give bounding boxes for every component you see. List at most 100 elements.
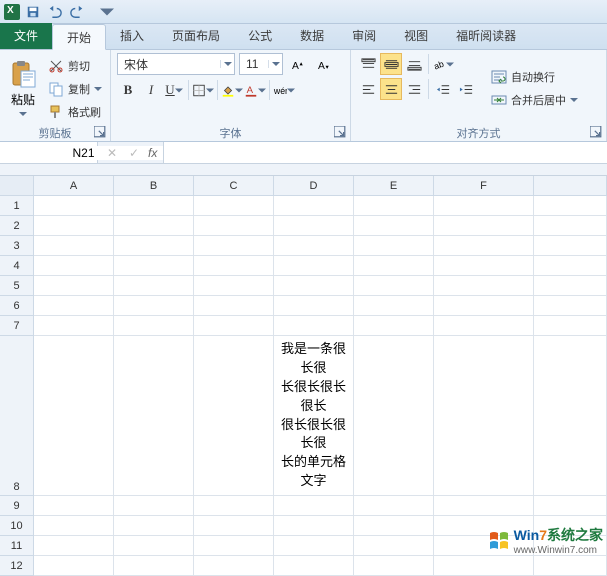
font-name-combo[interactable]: 宋体 xyxy=(117,53,235,75)
dialog-launcher-font[interactable] xyxy=(334,126,346,138)
cell[interactable] xyxy=(34,196,114,216)
cell[interactable] xyxy=(114,316,194,336)
col-header-F[interactable]: F xyxy=(434,176,534,196)
cell[interactable] xyxy=(434,316,534,336)
cell[interactable] xyxy=(434,276,534,296)
cell[interactable] xyxy=(34,256,114,276)
orientation-button[interactable]: ab xyxy=(432,53,454,75)
align-right-button[interactable] xyxy=(403,78,425,100)
cell[interactable] xyxy=(434,236,534,256)
tab-page-layout[interactable]: 页面布局 xyxy=(158,23,234,49)
cell[interactable] xyxy=(194,236,274,256)
cell[interactable] xyxy=(34,496,114,516)
dialog-launcher-alignment[interactable] xyxy=(590,126,602,138)
name-box[interactable] xyxy=(0,142,98,163)
row-header[interactable]: 1 xyxy=(0,196,34,216)
cell[interactable] xyxy=(534,276,607,296)
cell[interactable] xyxy=(34,516,114,536)
cell[interactable] xyxy=(114,556,194,576)
cell[interactable] xyxy=(194,496,274,516)
fill-color-button[interactable] xyxy=(221,79,243,101)
tab-insert[interactable]: 插入 xyxy=(106,23,158,49)
cell[interactable] xyxy=(194,536,274,556)
tab-review[interactable]: 审阅 xyxy=(338,23,390,49)
cell[interactable] xyxy=(34,336,114,496)
cell[interactable] xyxy=(354,316,434,336)
cell[interactable] xyxy=(534,216,607,236)
increase-font-button[interactable]: A▴ xyxy=(287,53,309,75)
cell[interactable] xyxy=(34,296,114,316)
cell[interactable] xyxy=(274,316,354,336)
align-bottom-button[interactable] xyxy=(403,53,425,75)
cell[interactable] xyxy=(194,216,274,236)
cell[interactable] xyxy=(534,256,607,276)
cell[interactable] xyxy=(274,216,354,236)
cell[interactable] xyxy=(114,196,194,216)
cell[interactable] xyxy=(534,196,607,216)
formula-input[interactable] xyxy=(164,142,607,163)
phonetic-button[interactable]: wén xyxy=(273,79,295,101)
cell[interactable] xyxy=(114,536,194,556)
cell[interactable] xyxy=(354,496,434,516)
cell[interactable] xyxy=(114,296,194,316)
row-header[interactable]: 6 xyxy=(0,296,34,316)
cell[interactable] xyxy=(434,496,534,516)
align-center-button[interactable] xyxy=(380,78,402,100)
cell[interactable] xyxy=(34,536,114,556)
row-header[interactable]: 10 xyxy=(0,516,34,536)
cell[interactable] xyxy=(114,256,194,276)
font-color-button[interactable]: A xyxy=(244,79,266,101)
copy-button[interactable]: 复制 xyxy=(46,79,104,99)
align-middle-button[interactable] xyxy=(380,53,402,75)
cell[interactable] xyxy=(354,536,434,556)
align-top-button[interactable] xyxy=(357,53,379,75)
cell[interactable] xyxy=(354,556,434,576)
cell[interactable] xyxy=(534,556,607,576)
dialog-launcher-clipboard[interactable] xyxy=(94,126,106,138)
cell[interactable] xyxy=(274,496,354,516)
tab-view[interactable]: 视图 xyxy=(390,23,442,49)
cancel-formula-button[interactable]: ✕ xyxy=(104,142,120,164)
cell[interactable] xyxy=(194,276,274,296)
redo-button[interactable] xyxy=(68,3,86,21)
italic-button[interactable]: I xyxy=(140,79,162,101)
col-header-blank[interactable] xyxy=(534,176,607,196)
cell[interactable] xyxy=(34,316,114,336)
row-header[interactable]: 11 xyxy=(0,536,34,556)
qat-customize-button[interactable] xyxy=(98,3,116,21)
cut-button[interactable]: 剪切 xyxy=(46,56,104,76)
cell[interactable] xyxy=(274,516,354,536)
cell[interactable] xyxy=(434,336,534,496)
cell[interactable] xyxy=(114,496,194,516)
cell[interactable] xyxy=(534,296,607,316)
cell[interactable] xyxy=(274,236,354,256)
cell[interactable] xyxy=(354,516,434,536)
cell[interactable] xyxy=(114,516,194,536)
cell[interactable] xyxy=(114,236,194,256)
cell[interactable] xyxy=(194,296,274,316)
cell[interactable] xyxy=(354,196,434,216)
cell-D8[interactable]: 我是一条很 长很 长很长很长 很长 很长很长很 长很 长的单元格 文字 xyxy=(274,336,354,496)
cell[interactable] xyxy=(354,236,434,256)
cell[interactable] xyxy=(534,496,607,516)
cell[interactable] xyxy=(534,336,607,496)
row-header[interactable]: 8 xyxy=(0,336,34,496)
cell[interactable] xyxy=(534,236,607,256)
row-header[interactable]: 12 xyxy=(0,556,34,576)
cell[interactable] xyxy=(354,336,434,496)
col-header-B[interactable]: B xyxy=(114,176,194,196)
tab-formulas[interactable]: 公式 xyxy=(234,23,286,49)
borders-button[interactable] xyxy=(192,79,214,101)
cell[interactable] xyxy=(274,276,354,296)
cell[interactable] xyxy=(434,556,534,576)
cell[interactable] xyxy=(34,276,114,296)
align-left-button[interactable] xyxy=(357,78,379,100)
tab-home[interactable]: 开始 xyxy=(52,24,106,50)
cell[interactable] xyxy=(354,276,434,296)
tab-data[interactable]: 数据 xyxy=(286,23,338,49)
row-header[interactable]: 7 xyxy=(0,316,34,336)
cell[interactable] xyxy=(434,296,534,316)
cell[interactable] xyxy=(274,196,354,216)
col-header-C[interactable]: C xyxy=(194,176,274,196)
cell[interactable] xyxy=(534,316,607,336)
